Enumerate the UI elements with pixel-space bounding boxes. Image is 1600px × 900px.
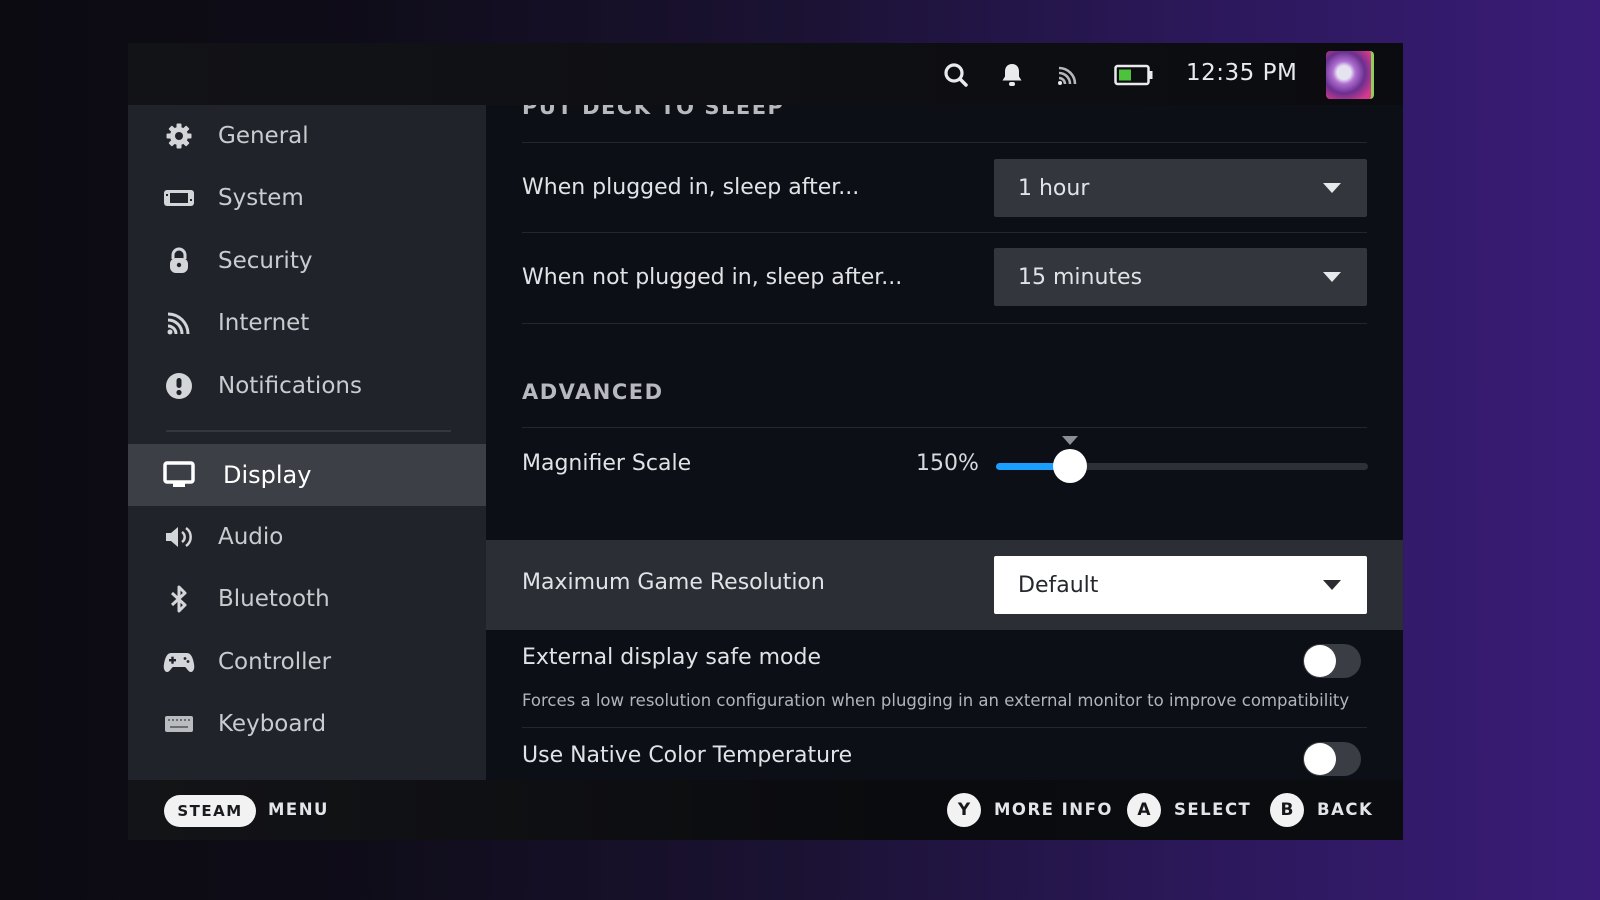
sidebar-item-security[interactable]: Security bbox=[128, 230, 486, 292]
sidebar-item-label: Audio bbox=[218, 524, 284, 550]
sidebar-item-label: Internet bbox=[218, 310, 310, 336]
b-button-icon[interactable]: B bbox=[1270, 793, 1304, 827]
sidebar-item-label: Keyboard bbox=[218, 711, 327, 737]
monitor-icon bbox=[162, 460, 196, 490]
divider bbox=[522, 142, 1367, 143]
sidebar-item-bluetooth[interactable]: Bluetooth bbox=[128, 568, 486, 630]
sidebar-item-label: Security bbox=[218, 248, 313, 274]
search-icon[interactable] bbox=[942, 61, 970, 89]
sidebar-item-label: General bbox=[218, 123, 309, 149]
alert-icon bbox=[162, 371, 196, 401]
back-label: BACK bbox=[1317, 800, 1374, 819]
a-button-icon[interactable]: A bbox=[1127, 793, 1161, 827]
sidebar-item-notifications[interactable]: Notifications bbox=[128, 355, 486, 417]
toggle-knob bbox=[1304, 743, 1336, 775]
keyboard-icon bbox=[162, 709, 196, 739]
max-resolution-row[interactable]: Maximum Game Resolution Default bbox=[486, 540, 1403, 630]
sidebar-item-system[interactable]: System bbox=[128, 167, 486, 229]
sidebar-divider bbox=[166, 430, 451, 432]
safe-mode-description: Forces a low resolution configuration wh… bbox=[522, 691, 1350, 710]
top-bar: 12:35 PM bbox=[128, 43, 1403, 105]
unplugged-sleep-dropdown[interactable]: 15 minutes bbox=[994, 248, 1367, 306]
sidebar-item-internet[interactable]: Internet bbox=[128, 292, 486, 354]
max-resolution-dropdown[interactable]: Default bbox=[994, 556, 1367, 614]
sidebar-item-label: Display bbox=[223, 461, 312, 489]
gear-icon bbox=[162, 121, 196, 151]
plugged-sleep-value: 1 hour bbox=[1018, 175, 1090, 201]
bell-icon[interactable] bbox=[998, 61, 1026, 89]
speaker-icon bbox=[162, 522, 196, 552]
chevron-down-icon bbox=[1323, 183, 1341, 193]
divider bbox=[522, 232, 1367, 233]
sleep-section-title: PUT DECK TO SLEEP bbox=[522, 105, 785, 119]
display-settings-panel: PUT DECK TO SLEEP When plugged in, sleep… bbox=[486, 105, 1403, 780]
magnifier-scale-label: Magnifier Scale bbox=[522, 451, 692, 476]
wifi-icon bbox=[162, 308, 196, 338]
max-resolution-value: Default bbox=[1018, 572, 1099, 598]
safe-mode-toggle[interactable] bbox=[1303, 644, 1361, 678]
system-icon bbox=[162, 183, 196, 213]
wifi-icon[interactable] bbox=[1054, 61, 1082, 89]
magnifier-scale-value: 150% bbox=[916, 451, 979, 476]
chevron-down-icon bbox=[1323, 272, 1341, 282]
battery-icon[interactable] bbox=[1114, 61, 1154, 89]
gamepad-icon bbox=[162, 647, 196, 677]
slider-handle[interactable] bbox=[1053, 449, 1087, 483]
plugged-sleep-dropdown[interactable]: 1 hour bbox=[994, 159, 1367, 217]
native-color-label: Use Native Color Temperature bbox=[522, 743, 853, 768]
sidebar-item-general[interactable]: General bbox=[128, 105, 486, 167]
sidebar-item-label: Controller bbox=[218, 649, 332, 675]
native-color-toggle[interactable] bbox=[1303, 742, 1361, 776]
divider bbox=[522, 727, 1367, 728]
battery-level bbox=[1119, 69, 1131, 81]
select-label: SELECT bbox=[1174, 800, 1252, 819]
sidebar-item-label: Bluetooth bbox=[218, 586, 330, 612]
divider bbox=[522, 323, 1367, 324]
y-button-icon[interactable]: Y bbox=[947, 793, 981, 827]
toggle-knob bbox=[1304, 645, 1336, 677]
safe-mode-label: External display safe mode bbox=[522, 645, 821, 670]
sidebar-item-label: Notifications bbox=[218, 373, 362, 399]
more-info-label: MORE INFO bbox=[994, 800, 1113, 819]
menu-label: MENU bbox=[268, 800, 329, 819]
max-resolution-label: Maximum Game Resolution bbox=[522, 570, 825, 595]
divider bbox=[522, 427, 1367, 428]
settings-sidebar: General System Security Internet Notific… bbox=[128, 105, 486, 780]
sidebar-item-label: System bbox=[218, 185, 304, 211]
clock: 12:35 PM bbox=[1186, 60, 1298, 86]
plugged-sleep-label: When plugged in, sleep after... bbox=[522, 175, 860, 200]
steam-deck-screen: 12:35 PM General System Security Interne… bbox=[128, 43, 1403, 840]
footer-bar: STEAM MENU Y MORE INFO A SELECT B BACK bbox=[128, 780, 1403, 840]
sidebar-item-display[interactable]: Display bbox=[128, 444, 486, 506]
unplugged-sleep-label: When not plugged in, sleep after... bbox=[522, 265, 903, 290]
bluetooth-icon bbox=[162, 584, 196, 614]
user-avatar[interactable] bbox=[1326, 51, 1374, 99]
chevron-down-icon bbox=[1323, 580, 1341, 590]
sidebar-item-controller[interactable]: Controller bbox=[128, 631, 486, 693]
default-marker-icon bbox=[1062, 436, 1078, 445]
sidebar-item-audio[interactable]: Audio bbox=[128, 506, 486, 568]
unplugged-sleep-value: 15 minutes bbox=[1018, 264, 1143, 290]
advanced-section-title: ADVANCED bbox=[522, 380, 664, 404]
steam-button[interactable]: STEAM bbox=[164, 795, 256, 827]
magnifier-scale-slider[interactable] bbox=[996, 436, 1368, 483]
sidebar-item-keyboard[interactable]: Keyboard bbox=[128, 693, 486, 755]
lock-icon bbox=[162, 246, 196, 276]
